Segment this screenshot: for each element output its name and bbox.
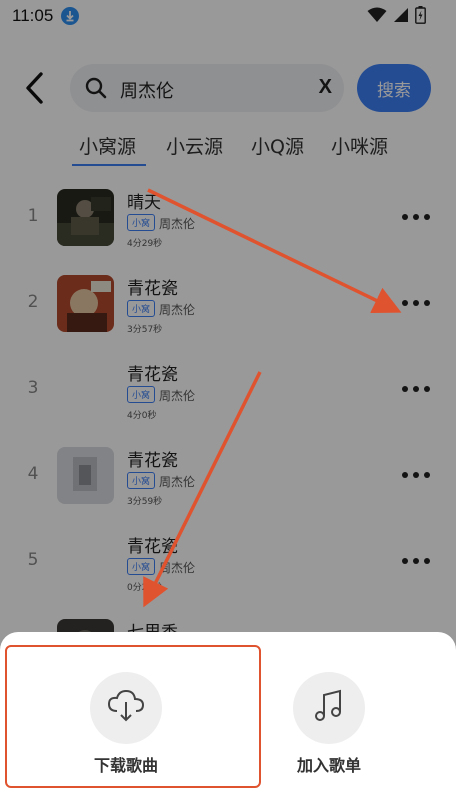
add-to-playlist-circle[interactable]: [293, 672, 365, 744]
add-to-playlist-label: 加入歌单: [296, 756, 361, 775]
annotation-highlight-box: [5, 645, 261, 788]
add-to-playlist-action[interactable]: 加入歌单: [269, 632, 389, 782]
music-note-icon: [313, 689, 345, 727]
